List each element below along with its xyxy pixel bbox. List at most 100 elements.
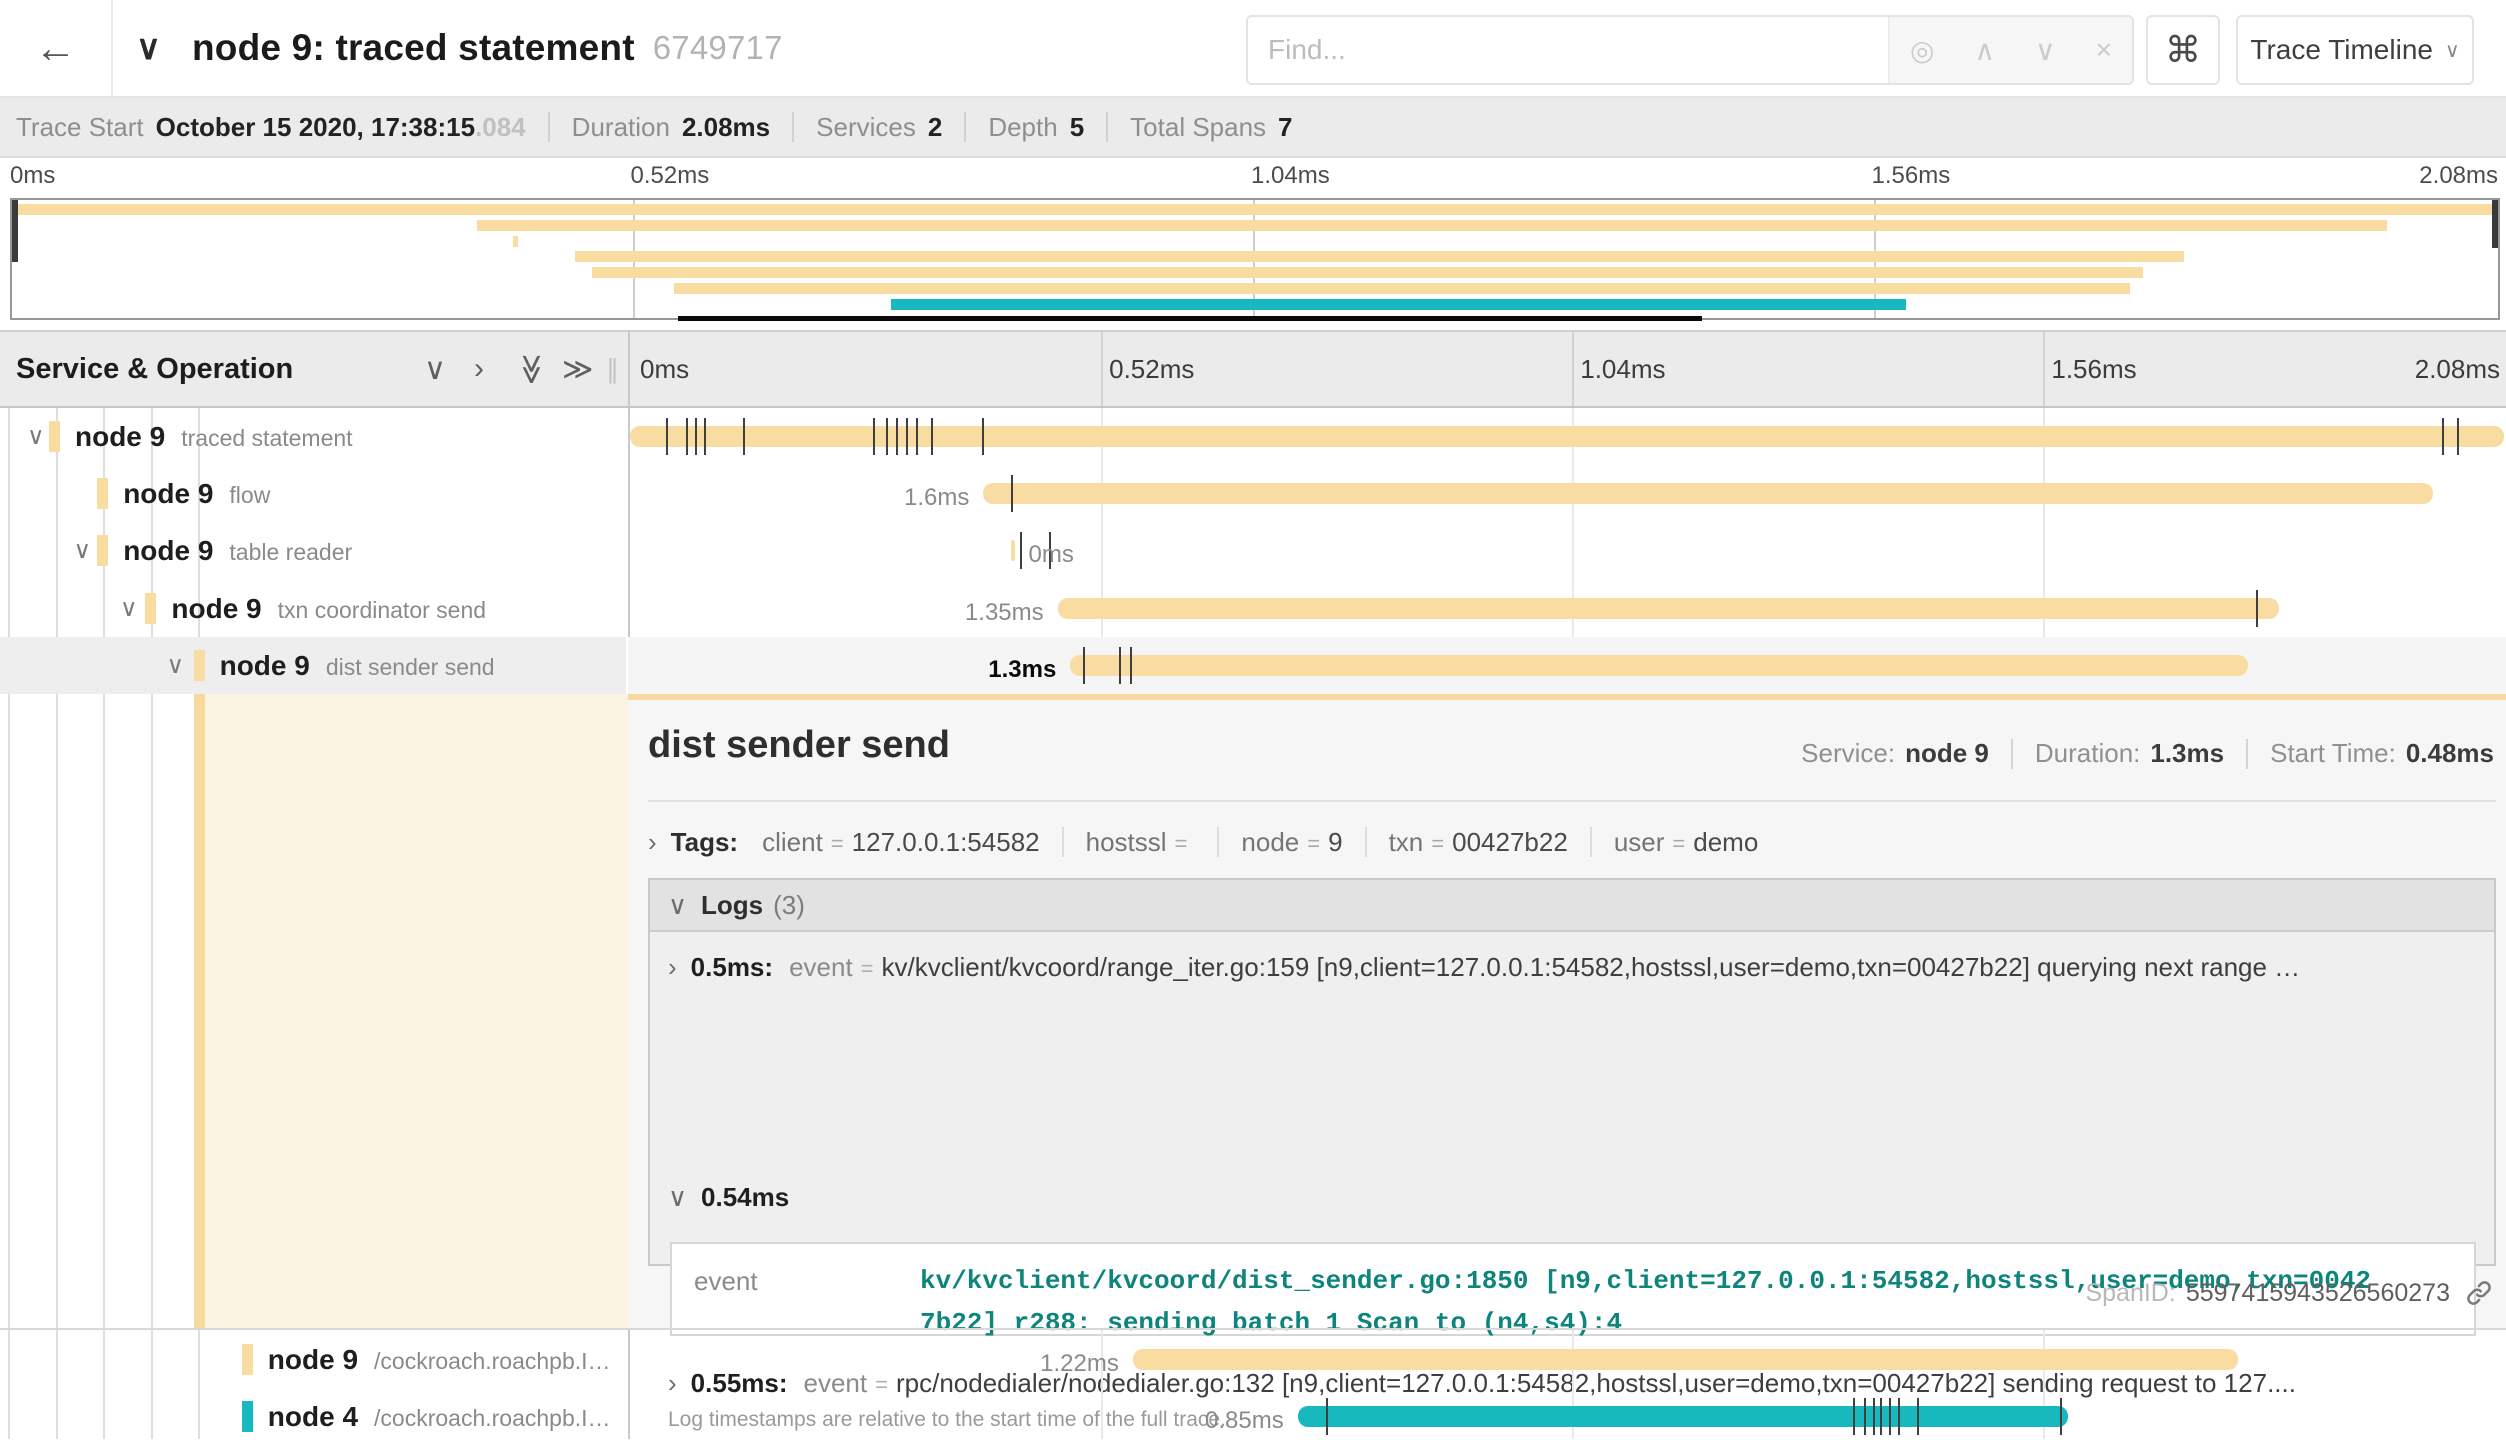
minimap-canvas[interactable] [10,198,2500,320]
keyboard-shortcuts-button[interactable]: ⌘ [2146,15,2220,85]
span-log-tick [873,418,875,455]
minimap-scrubber-left[interactable] [12,200,18,262]
span-log-tick [2457,418,2459,455]
chevron-right-icon: › [648,827,657,858]
span-row-timeline-cell[interactable]: 1.22ms [628,1331,2506,1388]
span-row-timeline-cell[interactable]: 1.35ms [628,580,2506,637]
minimap-span-bar [575,251,2184,262]
span-row[interactable]: ∨ node 9 table reader 0ms [0,522,2506,579]
match-highlight-icon[interactable]: ◎ [1910,34,1934,67]
clear-find-icon[interactable]: × [2096,34,2112,66]
service-color-bar [242,1401,253,1432]
info-value-suffix: .084 [475,112,526,143]
spanid-row: SpanID: 5597415943526560273 [2085,1278,2494,1308]
next-match-icon[interactable]: ∨ [2035,34,2056,67]
trace-minimap: 0ms0.52ms1.04ms1.56ms2.08ms [0,160,2506,330]
span-duration-bar[interactable] [1058,598,2279,619]
span-row[interactable]: node 9flow 1.6ms [0,465,2506,522]
span-duration-bar[interactable] [1298,1406,2068,1427]
span-log-tick [704,418,706,455]
span-row-label[interactable]: node 4/cockroach.roachpb.I… [268,1388,611,1445]
service-color-bar [97,535,108,566]
span-log-tick [896,418,898,455]
span-log-tick [886,418,888,455]
collapse-all-icon[interactable]: ≫ [516,332,547,406]
prev-match-icon[interactable]: ∧ [1975,34,1996,67]
span-row-timeline-cell[interactable]: 0ms [628,522,2506,579]
info-label: Depth [988,112,1057,143]
copy-link-icon[interactable] [2464,1278,2494,1308]
collapse-one-icon[interactable]: ∨ [424,332,446,406]
column-resize-grip[interactable]: ∥ [606,332,619,406]
trace-id: 6749717 [653,29,783,67]
selected-span-fill [205,694,628,1328]
service-color-bar [194,650,205,681]
span-row-name-cell[interactable]: node 9flow [0,465,626,522]
expand-all-icon[interactable]: ≫ [562,332,593,406]
span-row-label[interactable]: node 9dist sender send [220,637,495,694]
minimap-range-indicator[interactable] [678,316,1702,321]
span-log-tick [695,418,697,455]
service-name: node 9 [171,593,261,625]
span-row-timeline-cell[interactable]: 0.85ms [628,1388,2506,1445]
tree-chevron-icon[interactable]: ∨ [167,637,185,694]
log-row-2[interactable]: ∨ 0.54ms [668,1182,2480,1222]
trace-info-item: Trace StartOctober 15 2020, 17:38:15.084 [16,112,526,143]
span-log-tick [906,418,908,455]
tree-chevron-icon[interactable]: ∨ [27,408,45,465]
tags-row[interactable]: › Tags: client=127.0.0.1:54582hostssl=no… [648,816,1758,868]
span-duration-bar[interactable] [1011,540,1015,561]
span-log-tick [1864,1398,1866,1435]
find-group: ◎ ∧ ∨ × [1246,15,2134,85]
span-row[interactable]: node 9/cockroach.roachpb.I… 1.22ms [0,1331,2506,1388]
tag-equals: = [831,831,844,857]
span-log-tick [1898,1398,1900,1435]
back-button[interactable]: ← [0,0,113,96]
logs-header[interactable]: ∨ Logs (3) [650,880,2494,932]
chevron-down-icon: ∨ [668,1182,687,1213]
span-row[interactable]: node 4/cockroach.roachpb.I… 0.85ms [0,1388,2506,1445]
tree-chevron-icon[interactable]: ∨ [120,580,138,637]
app-header: ← ∨ node 9: traced statement 6749717 ◎ ∧… [0,0,2506,98]
span-row-name-cell[interactable]: ∨ node 9txn coordinator send [0,580,626,637]
span-row-name-cell[interactable]: ∨ node 9traced statement [0,408,626,465]
span-row-timeline-cell[interactable] [628,408,2506,465]
spanid-value: 5597415943526560273 [2186,1279,2450,1308]
tree-chevron-icon[interactable]: ∨ [74,522,92,579]
span-duration-bar[interactable] [983,483,2433,504]
span-row-name-cell[interactable]: node 4/cockroach.roachpb.I… [0,1388,626,1445]
span-row-timeline-cell[interactable]: 1.3ms [628,637,2506,694]
span-row-timeline-cell[interactable]: 1.6ms [628,465,2506,522]
span-row-label[interactable]: node 9txn coordinator send [171,580,486,637]
expand-one-icon[interactable]: › [474,332,484,406]
span-row-name-cell[interactable]: ∨ node 9 table reader [0,522,626,579]
start-time-label: Start Time: [2270,738,2396,769]
span-duration-bar[interactable] [1070,655,2248,676]
span-row[interactable]: ∨ node 9dist sender send 1.3ms [0,637,2506,694]
minimap-scrubber-right[interactable] [2492,200,2498,248]
service-label: Service: [1801,738,1895,769]
duration-label: Duration: [2035,738,2141,769]
span-row-label[interactable]: node 9/cockroach.roachpb.I… [268,1331,611,1388]
span-row-name-cell[interactable]: node 9/cockroach.roachpb.I… [0,1331,626,1388]
chevron-down-icon: ∨ [2445,38,2460,63]
span-row-label[interactable]: node 9flow [123,465,270,522]
span-row-name-cell[interactable]: ∨ node 9dist sender send [0,637,626,694]
operation-name: /cockroach.roachpb.I… [374,1348,611,1375]
trace-view-select[interactable]: Trace Timeline ∨ [2236,15,2474,85]
find-input[interactable] [1248,17,1888,83]
info-value: 5 [1070,112,1084,143]
operation-name: table reader [229,539,352,566]
span-row-label[interactable]: node 9traced statement [75,408,353,465]
span-row[interactable]: ∨ node 9traced statement [0,408,2506,465]
tag-value: 00427b22 [1452,827,1568,858]
span-row[interactable]: ∨ node 9txn coordinator send 1.35ms [0,580,2506,637]
span-duration-bar[interactable] [1133,1349,2238,1370]
trace-collapse-icon[interactable]: ∨ [136,0,161,96]
span-duration-bar[interactable] [630,426,2504,447]
log-field-key: event [789,952,853,983]
log-row-1[interactable]: › 0.5ms: event = kv/kvclient/kvcoord/ran… [668,952,2480,992]
span-duration-label: 1.3ms [860,656,1056,684]
span-row-label[interactable]: node 9 table reader [123,522,352,579]
service-name: node 9 [123,535,213,567]
